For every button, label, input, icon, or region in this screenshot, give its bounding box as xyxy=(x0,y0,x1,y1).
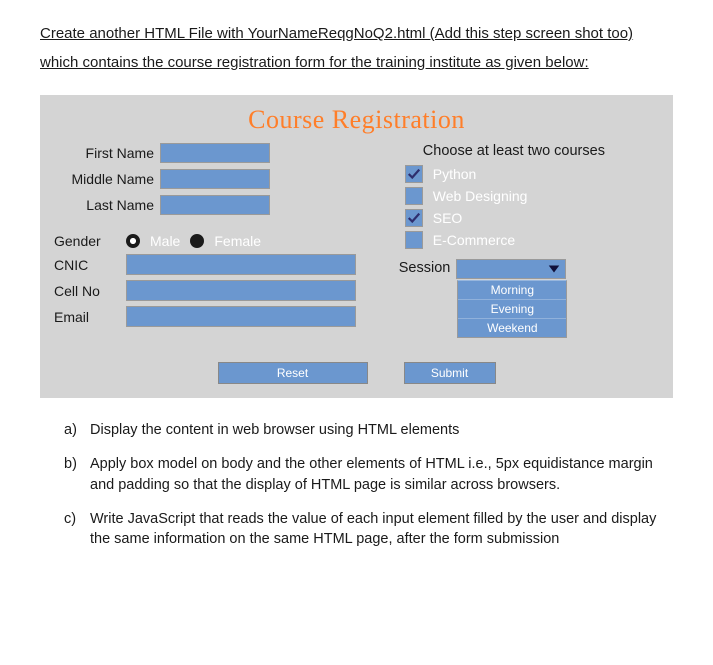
session-label: Session xyxy=(399,259,451,276)
course-row-web: Web Designing xyxy=(369,187,659,205)
session-option-morning[interactable]: Morning xyxy=(458,281,566,300)
middle-name-label: Middle Name xyxy=(60,171,160,187)
email-input[interactable] xyxy=(126,306,356,327)
last-name-label: Last Name xyxy=(60,197,160,213)
middle-name-input[interactable] xyxy=(160,169,270,189)
cell-no-label: Cell No xyxy=(54,283,126,299)
first-name-input[interactable] xyxy=(160,143,270,163)
right-column: Choose at least two courses Python Web D… xyxy=(369,143,659,332)
questions-list: a) Display the content in web browser us… xyxy=(40,420,673,549)
question-letter: a) xyxy=(64,420,90,440)
question-letter: c) xyxy=(64,509,90,550)
gender-female-label: Female xyxy=(214,233,261,249)
cnic-label: CNIC xyxy=(54,257,126,273)
question-text: Write JavaScript that reads the value of… xyxy=(90,509,673,550)
email-label: Email xyxy=(54,309,126,325)
course-checkbox-seo[interactable] xyxy=(405,209,423,227)
course-row-ecom: E-Commerce xyxy=(369,231,659,249)
course-row-seo: SEO xyxy=(369,209,659,227)
gender-label: Gender xyxy=(54,233,126,249)
cnic-input[interactable] xyxy=(126,254,356,275)
form-title: Course Registration xyxy=(54,105,659,135)
check-icon xyxy=(407,167,421,181)
question-text: Apply box model on body and the other el… xyxy=(90,454,673,495)
cell-no-input[interactable] xyxy=(126,280,356,301)
course-label-ecom: E-Commerce xyxy=(433,232,515,248)
reset-button[interactable]: Reset xyxy=(218,362,368,384)
course-label-seo: SEO xyxy=(433,210,463,226)
question-letter: b) xyxy=(64,454,90,495)
last-name-input[interactable] xyxy=(160,195,270,215)
registration-form-panel: Course Registration First Name Middle Na… xyxy=(40,95,673,398)
gender-radio-male[interactable] xyxy=(126,234,140,248)
course-checkbox-web[interactable] xyxy=(405,187,423,205)
session-option-weekend[interactable]: Weekend xyxy=(458,319,566,337)
session-option-evening[interactable]: Evening xyxy=(458,300,566,319)
left-column: First Name Middle Name Last Name Gender xyxy=(54,143,359,332)
gender-radio-female[interactable] xyxy=(190,234,204,248)
submit-button[interactable]: Submit xyxy=(404,362,496,384)
question-c: c) Write JavaScript that reads the value… xyxy=(64,509,673,550)
courses-header: Choose at least two courses xyxy=(369,143,659,159)
chevron-down-icon xyxy=(547,262,561,281)
first-name-label: First Name xyxy=(60,145,160,161)
course-checkbox-ecom[interactable] xyxy=(405,231,423,249)
question-b: b) Apply box model on body and the other… xyxy=(64,454,673,495)
check-icon xyxy=(407,211,421,225)
question-a: a) Display the content in web browser us… xyxy=(64,420,673,440)
session-dropdown-list: Morning Evening Weekend xyxy=(457,280,567,338)
gender-male-label: Male xyxy=(150,233,180,249)
course-label-python: Python xyxy=(433,166,477,182)
course-checkbox-python[interactable] xyxy=(405,165,423,183)
course-label-web: Web Designing xyxy=(433,188,528,204)
session-select[interactable]: Morning Evening Weekend xyxy=(456,259,566,279)
course-row-python: Python xyxy=(369,165,659,183)
question-text: Display the content in web browser using… xyxy=(90,420,673,440)
instruction-text: Create another HTML File with YourNameRe… xyxy=(40,20,673,77)
